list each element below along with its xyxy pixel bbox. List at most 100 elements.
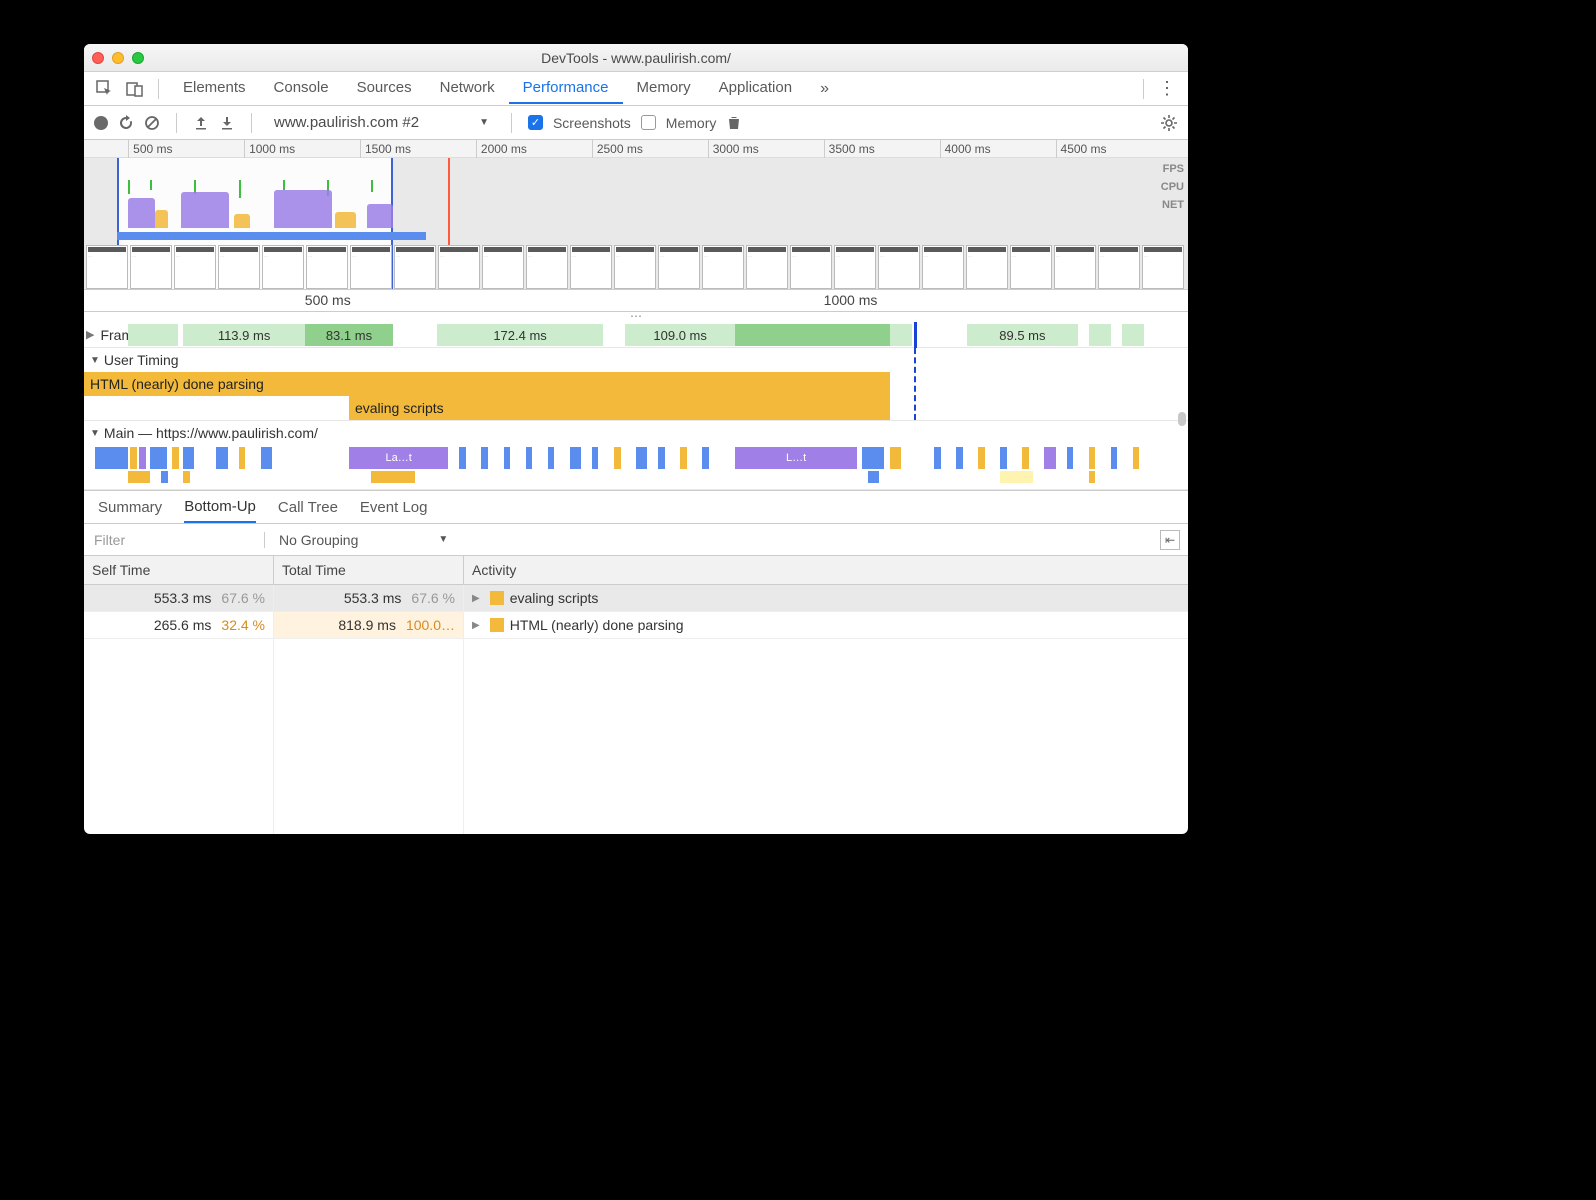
user-timing-bar[interactable]: evaling scripts	[349, 396, 890, 420]
screenshot-thumb[interactable]: …	[570, 245, 612, 289]
user-timing-track[interactable]: ▼ User Timing HTML (nearly) done parsing…	[84, 348, 1188, 421]
frame-segment[interactable]: 109.0 ms	[625, 324, 735, 346]
screenshot-thumb[interactable]: …	[658, 245, 700, 289]
main-thread-track[interactable]: ▼ Main — https://www.paulirish.com/ La…t…	[84, 421, 1188, 490]
screenshot-thumb[interactable]: …	[966, 245, 1008, 289]
collapse-panel-icon[interactable]: ⇤	[1160, 530, 1180, 550]
flame-chip[interactable]	[261, 447, 272, 469]
flame-chip[interactable]	[1111, 447, 1118, 469]
flame-chip[interactable]	[1000, 447, 1007, 469]
screenshot-thumb[interactable]: …	[834, 245, 876, 289]
flame-chip[interactable]	[1022, 447, 1029, 469]
screenshot-thumb[interactable]: …	[746, 245, 788, 289]
flame-chip[interactable]: L…t	[735, 447, 856, 469]
frames-track[interactable]: ▶ Frames 113.9 ms83.1 ms172.4 ms109.0 ms…	[84, 322, 1188, 348]
expand-triangle-icon[interactable]: ▶	[86, 328, 94, 341]
flame-chip[interactable]	[481, 447, 488, 469]
kebab-menu-icon[interactable]: ⋮	[1154, 76, 1180, 102]
flame-chip[interactable]	[702, 447, 709, 469]
flame-chip[interactable]	[614, 447, 621, 469]
flame-chip[interactable]	[1044, 447, 1055, 469]
flame-chip[interactable]	[161, 471, 168, 483]
screenshot-thumb[interactable]: …	[702, 245, 744, 289]
flame-chip[interactable]	[1089, 447, 1096, 469]
recording-select[interactable]: www.paulirish.com #2 ▼	[268, 114, 495, 131]
flame-chip[interactable]	[658, 447, 665, 469]
col-self-time[interactable]: Self Time	[84, 556, 274, 585]
flame-chip[interactable]	[862, 447, 884, 469]
screenshot-thumb[interactable]: …	[262, 245, 304, 289]
col-total-time[interactable]: Total Time	[274, 556, 464, 585]
settings-gear-icon[interactable]	[1160, 114, 1178, 132]
screenshot-thumb[interactable]: …	[350, 245, 392, 289]
screenshot-thumb[interactable]: …	[614, 245, 656, 289]
panel-tab-application[interactable]: Application	[705, 73, 806, 104]
flame-chip[interactable]	[978, 447, 985, 469]
panel-tab-sources[interactable]: Sources	[343, 73, 426, 104]
flame-chip[interactable]	[1133, 447, 1140, 469]
overview-timeline[interactable]: 500 ms1000 ms1500 ms2000 ms2500 ms3000 m…	[84, 140, 1188, 290]
screenshot-thumb[interactable]: …	[878, 245, 920, 289]
flame-chip[interactable]	[95, 447, 128, 469]
details-tab-bottom-up[interactable]: Bottom-Up	[184, 492, 256, 523]
expand-triangle-icon[interactable]: ▶	[472, 593, 480, 604]
table-row[interactable]: 265.6 ms32.4 %818.9 ms100.0…▶HTML (nearl…	[84, 612, 1188, 639]
flame-chip[interactable]	[139, 447, 146, 469]
flame-chip[interactable]	[459, 447, 466, 469]
frame-segment[interactable]: 113.9 ms	[183, 324, 304, 346]
screenshot-thumb[interactable]: …	[1054, 245, 1096, 289]
frame-segment[interactable]	[1089, 324, 1111, 346]
screenshot-thumb[interactable]: …	[86, 245, 128, 289]
collapse-triangle-icon[interactable]: ▼	[90, 428, 100, 439]
flame-chip[interactable]	[1089, 471, 1096, 483]
flame-chip[interactable]	[680, 447, 687, 469]
panel-tab-console[interactable]: Console	[260, 73, 343, 104]
record-button[interactable]	[94, 116, 108, 130]
screenshot-thumb[interactable]: …	[482, 245, 524, 289]
device-toolbar-icon[interactable]	[122, 76, 148, 102]
flame-chip[interactable]	[239, 447, 246, 469]
grouping-select[interactable]: No Grouping ▼	[264, 532, 462, 548]
col-activity[interactable]: Activity	[464, 556, 1188, 585]
details-tab-call-tree[interactable]: Call Tree	[278, 493, 338, 522]
flame-chip[interactable]	[890, 447, 901, 469]
filter-input[interactable]: Filter	[84, 532, 264, 548]
flame-chip[interactable]	[371, 471, 415, 483]
flame-chip[interactable]	[636, 447, 647, 469]
expand-triangle-icon[interactable]: ▶	[472, 620, 480, 631]
trash-icon[interactable]	[726, 115, 742, 131]
flame-chip[interactable]	[956, 447, 963, 469]
detail-ruler[interactable]: 500 ms1000 ms	[84, 290, 1188, 312]
screenshot-thumb[interactable]: …	[394, 245, 436, 289]
flame-chip[interactable]	[1000, 471, 1033, 483]
panel-tab-elements[interactable]: Elements	[169, 73, 260, 104]
collapse-triangle-icon[interactable]: ▼	[90, 355, 100, 366]
panel-tab-network[interactable]: Network	[426, 73, 509, 104]
screenshot-thumb[interactable]: …	[790, 245, 832, 289]
details-tab-summary[interactable]: Summary	[98, 493, 162, 522]
frame-segment[interactable]	[1122, 324, 1144, 346]
screenshot-thumb[interactable]: …	[922, 245, 964, 289]
flame-chip[interactable]	[183, 447, 194, 469]
flame-chip[interactable]	[570, 447, 581, 469]
scrollbar-thumb[interactable]	[1178, 412, 1186, 426]
details-tab-event-log[interactable]: Event Log	[360, 493, 428, 522]
frame-segment[interactable]: 89.5 ms	[967, 324, 1077, 346]
flame-chip[interactable]	[128, 471, 150, 483]
user-timing-bar[interactable]: HTML (nearly) done parsing	[84, 372, 890, 396]
memory-checkbox[interactable]	[641, 115, 656, 130]
flame-chip[interactable]	[216, 447, 227, 469]
flame-chip[interactable]	[868, 471, 879, 483]
screenshot-thumb[interactable]: …	[174, 245, 216, 289]
frame-segment[interactable]: 83.1 ms	[305, 324, 393, 346]
flame-chip[interactable]	[548, 447, 555, 469]
panel-tab-memory[interactable]: Memory	[623, 73, 705, 104]
screenshots-checkbox[interactable]: ✓	[528, 115, 543, 130]
screenshot-thumb[interactable]: …	[130, 245, 172, 289]
screenshot-thumb[interactable]: …	[1010, 245, 1052, 289]
upload-icon[interactable]	[193, 115, 209, 131]
flame-chip[interactable]	[526, 447, 533, 469]
flame-chip[interactable]	[150, 447, 167, 469]
reload-icon[interactable]	[118, 115, 134, 131]
flame-chip[interactable]	[504, 447, 511, 469]
